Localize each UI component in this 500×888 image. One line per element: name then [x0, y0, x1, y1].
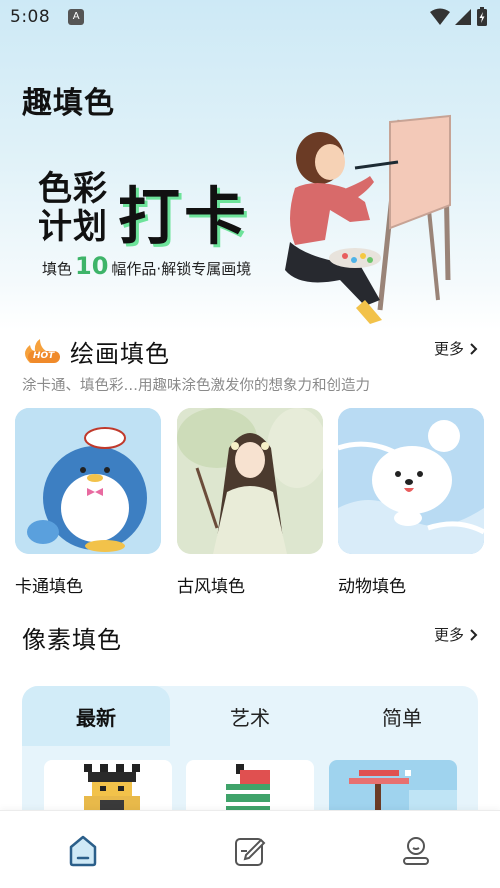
edit-icon: [235, 838, 266, 866]
card-cartoon-label[interactable]: 卡通填色: [15, 572, 83, 597]
banner-subtitle-suffix: 幅作品·解锁专属画境: [111, 260, 252, 278]
banner-title-left: 色彩 计划: [38, 170, 108, 246]
cartoon-thumbnail: [15, 408, 161, 554]
app-title: 趣填色: [22, 86, 115, 121]
animal-thumbnail: [338, 408, 484, 554]
pixel-section-title: 像素填色: [22, 626, 122, 654]
status-icons: [430, 7, 488, 27]
signal-icon: [455, 9, 471, 25]
painter-illustration: [285, 114, 451, 324]
notification-icon: A: [68, 9, 85, 25]
pixel-more-link[interactable]: 更多: [434, 624, 478, 645]
chevron-right-icon: [470, 628, 478, 641]
bottom-nav: [0, 810, 500, 888]
painting-more-link[interactable]: 更多: [434, 338, 478, 359]
banner-subtitle: 填色 10 幅作品·解锁专属画境: [42, 252, 251, 280]
card-ancient-label[interactable]: 古风填色: [177, 572, 245, 597]
nav-home[interactable]: [65, 833, 101, 869]
card-animal-label[interactable]: 动物填色: [338, 572, 406, 597]
ancient-thumbnail: [177, 408, 323, 554]
painting-section-description: 涂卡通、填色彩…用趣味涂色激发你的想象力和创造力: [22, 378, 370, 394]
banner-line-1: 色彩: [38, 169, 108, 209]
profile-icon: [403, 837, 429, 865]
hot-badge: HOT: [22, 338, 62, 365]
card-ancient[interactable]: [177, 408, 323, 554]
tab-art[interactable]: 艺术: [190, 702, 310, 731]
battery-icon: [477, 7, 487, 26]
card-cartoon[interactable]: [15, 408, 161, 554]
banner-line-2: 计划: [38, 207, 108, 247]
wifi-icon: [430, 8, 450, 25]
painting-section-title: 绘画填色: [70, 340, 170, 368]
banner-subtitle-number: 10: [75, 252, 109, 280]
status-bar: 5:08 A: [0, 0, 500, 34]
pixel-section-header: 像素填色: [22, 620, 122, 655]
banner-subtitle-prefix: 填色: [42, 260, 73, 278]
nav-create[interactable]: [232, 833, 268, 869]
home-icon: [69, 835, 97, 867]
chevron-right-icon: [470, 342, 478, 355]
hot-badge-text: HOT: [33, 350, 55, 361]
tab-simple[interactable]: 简单: [342, 702, 462, 731]
pixel-more-label: 更多: [433, 626, 464, 644]
painting-section-header: HOT 绘画填色: [22, 334, 170, 369]
painting-more-label: 更多: [433, 340, 464, 358]
tab-latest[interactable]: 最新: [36, 702, 156, 731]
card-animal[interactable]: [338, 408, 484, 554]
banner-headline: 打卡: [118, 180, 251, 253]
nav-profile[interactable]: [398, 833, 434, 869]
status-time: 5:08: [10, 7, 51, 27]
